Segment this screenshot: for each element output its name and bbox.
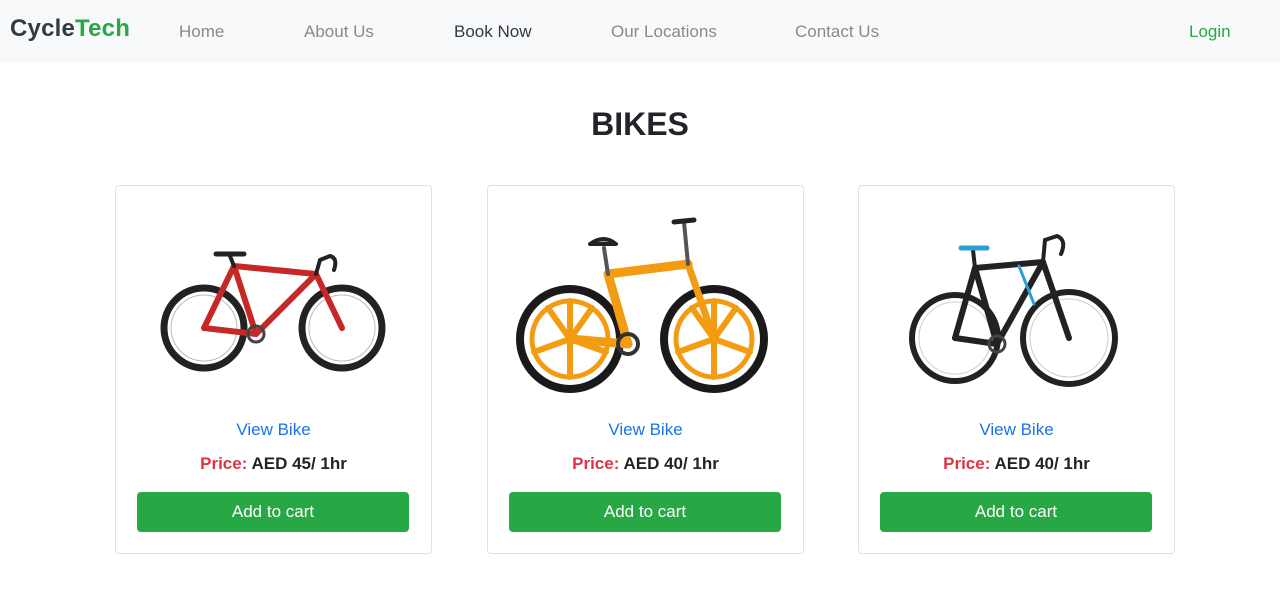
price-label: Price: — [200, 454, 248, 473]
login-link[interactable]: Login — [1189, 22, 1231, 42]
nav-link-book-now[interactable]: Book Now — [454, 22, 531, 42]
price-label: Price: — [572, 454, 620, 473]
product-card: View Bike Price: AED 40/ 1hr Add to cart — [858, 185, 1175, 554]
navbar: CycleTech Home About Us Book Now Our Loc… — [0, 0, 1280, 63]
view-bike-link[interactable]: View Bike — [116, 420, 431, 440]
view-bike-link[interactable]: View Bike — [859, 420, 1174, 440]
price-value: AED 40/ 1hr — [994, 454, 1090, 473]
price-text: Price: AED 40/ 1hr — [488, 454, 803, 474]
add-to-cart-button[interactable]: Add to cart — [880, 492, 1152, 532]
brand-text-cycle: Cycle — [10, 15, 76, 42]
brand-logo[interactable]: CycleTech — [10, 15, 130, 43]
road-bike-red-illustration — [160, 251, 386, 372]
price-value: AED 40/ 1hr — [623, 454, 719, 473]
nav-link-contact-us[interactable]: Contact Us — [795, 22, 879, 42]
product-card: View Bike Price: AED 40/ 1hr Add to cart — [487, 185, 804, 554]
add-to-cart-button[interactable]: Add to cart — [137, 492, 409, 532]
bike-image[interactable] — [488, 204, 803, 404]
price-text: Price: AED 45/ 1hr — [116, 454, 431, 474]
nav-link-our-locations[interactable]: Our Locations — [611, 22, 717, 42]
folding-bike-orange-illustration — [516, 217, 768, 393]
product-card: View Bike Price: AED 45/ 1hr Add to cart — [115, 185, 432, 554]
bike-image[interactable] — [859, 204, 1174, 404]
nav-link-about-us[interactable]: About Us — [304, 22, 374, 42]
brand-text-tech: Tech — [75, 15, 131, 42]
bike-image[interactable] — [116, 204, 431, 404]
page-title: BIKES — [591, 106, 689, 142]
price-value: AED 45/ 1hr — [251, 454, 347, 473]
nav-link-home[interactable]: Home — [179, 22, 224, 42]
price-label: Price: — [943, 454, 991, 473]
road-bike-black-illustration — [909, 234, 1118, 387]
price-text: Price: AED 40/ 1hr — [859, 454, 1174, 474]
add-to-cart-button[interactable]: Add to cart — [509, 492, 781, 532]
view-bike-link[interactable]: View Bike — [488, 420, 803, 440]
